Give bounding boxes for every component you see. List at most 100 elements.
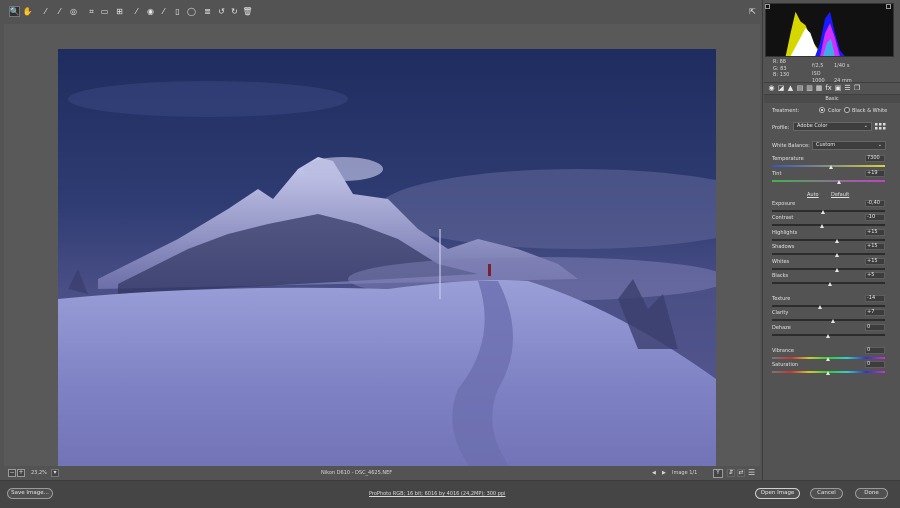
radial-filter-icon[interactable]: ◯	[186, 6, 197, 17]
tint-value[interactable]: +19	[865, 170, 885, 177]
treatment-bw-radio[interactable]	[844, 107, 850, 113]
spot-removal-icon[interactable]: ⁄	[131, 6, 142, 17]
vibrance-slider-thumb[interactable]	[826, 357, 830, 361]
blacks-slider-thumb[interactable]	[828, 282, 833, 286]
treatment-color-label[interactable]: Color	[828, 108, 841, 114]
blacks-value[interactable]: +5	[865, 272, 885, 279]
temperature-slider-thumb[interactable]	[829, 165, 834, 169]
prev-image-icon[interactable]: ◀	[652, 470, 656, 476]
tone-curve-icon[interactable]: ◪	[778, 85, 785, 92]
targeted-adjustment-icon[interactable]: ◎	[68, 6, 79, 17]
vibrance-value[interactable]: 0	[865, 347, 885, 354]
zoom-in-icon[interactable]: +	[17, 469, 25, 477]
copy-settings-icon[interactable]: ⇄	[737, 469, 745, 477]
clarity-value[interactable]: +7	[865, 309, 885, 316]
highlights-slider-thumb[interactable]	[835, 239, 840, 243]
chevron-down-icon: ⌄	[877, 142, 882, 148]
fullscreen-icon[interactable]: ⇱	[747, 6, 758, 17]
hand-icon[interactable]: ✋	[22, 6, 33, 17]
dehaze-slider-thumb[interactable]	[826, 334, 830, 338]
profile-dropdown[interactable]: Adobe Color ⌄	[793, 122, 872, 131]
texture-value[interactable]: -14	[865, 295, 885, 302]
tint-slider-thumb[interactable]	[837, 180, 842, 184]
view-settings-icon[interactable]: ☰	[748, 468, 755, 477]
profile-browser-icon[interactable]	[875, 123, 886, 131]
shadows-slider-thumb[interactable]	[835, 253, 840, 257]
compare-toggle[interactable]: Y	[713, 469, 723, 478]
preferences-icon[interactable]: ≣	[202, 6, 213, 17]
image-count: Image 1/1	[672, 470, 698, 476]
graduated-filter-icon[interactable]: ▯	[172, 6, 183, 17]
calibration-icon[interactable]: ▣	[835, 85, 842, 92]
whites-slider-track[interactable]	[772, 268, 885, 270]
done-button[interactable]: Done	[855, 488, 888, 499]
treatment-color-radio[interactable]	[819, 107, 825, 113]
texture-slider-thumb[interactable]	[818, 305, 823, 309]
rotate-right-icon[interactable]: ↻	[229, 6, 240, 17]
zoom-dropdown-icon[interactable]: ▾	[51, 469, 59, 477]
clarity-slider-thumb[interactable]	[830, 319, 835, 323]
saturation-value[interactable]: 0	[865, 361, 885, 368]
saturation-label: Saturation	[772, 362, 799, 368]
save-image-button[interactable]: Save Image...	[7, 488, 53, 499]
saturation-slider-thumb[interactable]	[826, 371, 830, 375]
shadows-value[interactable]: +15	[865, 243, 885, 250]
shadows-slider-track[interactable]	[772, 253, 885, 255]
zoom-icon[interactable]: 🔍	[9, 6, 20, 17]
temperature-label: Temperature	[772, 156, 804, 162]
whites-slider-thumb[interactable]	[835, 268, 840, 272]
white-balance-icon[interactable]: ⁄	[40, 6, 51, 17]
next-image-icon[interactable]: ▶	[662, 470, 666, 476]
snapshots-icon[interactable]: ❐	[854, 85, 861, 92]
treatment-label: Treatment:	[772, 108, 800, 114]
fx-icon[interactable]: fx	[825, 85, 832, 92]
exposure-slider-track[interactable]	[772, 210, 885, 212]
zoom-out-icon[interactable]: −	[8, 469, 16, 477]
highlight-clipping-toggle[interactable]	[886, 4, 891, 9]
tint-slider-track[interactable]	[772, 180, 885, 182]
highlights-value[interactable]: +15	[865, 229, 885, 236]
image-canvas[interactable]	[4, 24, 760, 488]
color-sampler-icon[interactable]: ⁄	[54, 6, 65, 17]
auto-link[interactable]: Auto	[807, 192, 819, 198]
treatment-bw-label[interactable]: Black & White	[852, 108, 887, 114]
default-link[interactable]: Default	[831, 192, 849, 198]
presets-icon[interactable]: ☰	[844, 85, 851, 92]
contrast-value[interactable]: -10	[865, 214, 885, 221]
dehaze-label: Dehaze	[772, 325, 791, 331]
transform-icon[interactable]: ⊞	[114, 6, 125, 17]
contrast-slider-thumb[interactable]	[820, 224, 825, 228]
lens-icon[interactable]: ▦	[816, 85, 823, 92]
texture-slider-track[interactable]	[772, 305, 885, 307]
cancel-button[interactable]: Cancel	[810, 488, 843, 499]
adjustment-brush-icon[interactable]: ⁄	[158, 6, 169, 17]
tint-label: Tint	[772, 171, 782, 177]
exposure-value[interactable]: -0,40	[865, 200, 885, 207]
whites-value[interactable]: +15	[865, 258, 885, 265]
zoom-level[interactable]: 23,2%	[31, 470, 47, 476]
workflow-options-link[interactable]: ProPhoto RGB; 16 bit; 6016 by 4016 (24,2…	[369, 491, 505, 497]
open-image-button[interactable]: Open Image	[755, 488, 800, 499]
status-bar: − + 23,2% ▾ Nikon D610 - DSC_4625.NEF ◀ …	[0, 466, 760, 480]
swap-icon[interactable]: ⇵	[727, 469, 735, 477]
contrast-slider-track[interactable]	[772, 224, 885, 226]
shutter-speed: 1/40 s	[834, 63, 850, 69]
rgb-r: R: 88	[773, 59, 786, 65]
shadow-clipping-toggle[interactable]	[765, 4, 770, 9]
highlights-slider-track[interactable]	[772, 239, 885, 241]
straighten-icon[interactable]: ▭	[99, 6, 110, 17]
dehaze-value[interactable]: 0	[865, 324, 885, 331]
red-eye-icon[interactable]: ◉	[145, 6, 156, 17]
clarity-slider-track[interactable]	[772, 319, 885, 321]
basic-icon[interactable]: ◉	[768, 85, 775, 92]
crop-icon[interactable]: ⌗	[86, 6, 97, 17]
photo-preview[interactable]	[58, 49, 716, 488]
rotate-left-icon[interactable]: ↺	[216, 6, 227, 17]
trash-icon[interactable]: 🗑	[242, 6, 253, 17]
white-balance-dropdown[interactable]: Custom ⌄	[812, 141, 886, 150]
exposure-slider-thumb[interactable]	[821, 210, 826, 214]
split-toning-icon[interactable]: ▥	[806, 85, 813, 92]
detail-icon[interactable]: ▲	[787, 85, 794, 92]
temperature-value[interactable]: 7300	[865, 155, 885, 162]
hsl-icon[interactable]: ▤	[797, 85, 804, 92]
